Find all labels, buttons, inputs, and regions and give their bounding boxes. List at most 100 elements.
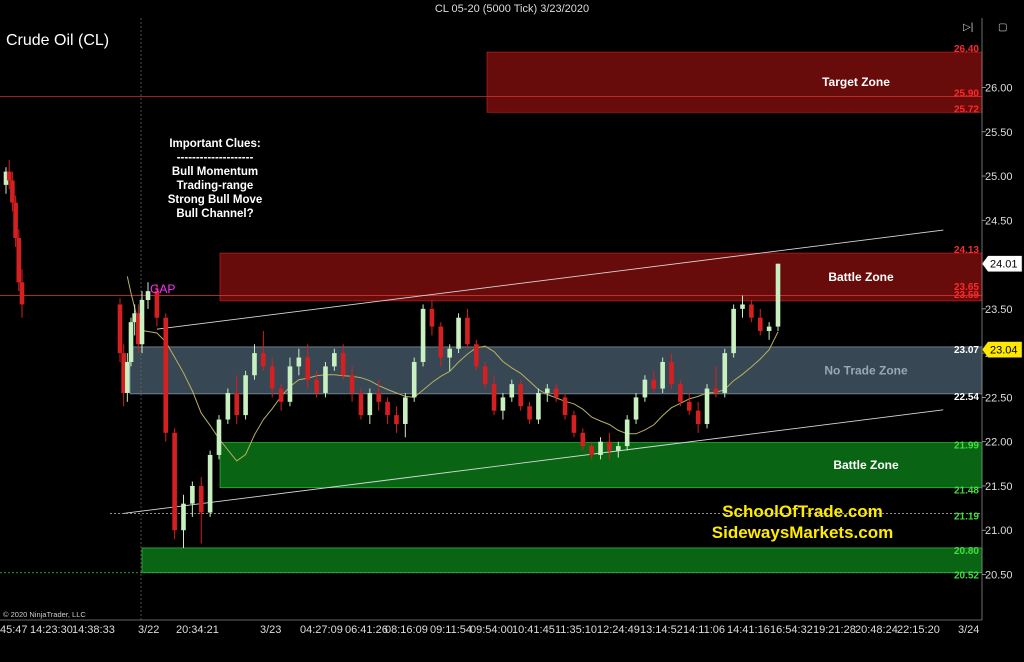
candle-bear — [678, 384, 683, 402]
y-tick-label: 20.50 — [985, 569, 1013, 581]
candle-bull — [660, 361, 665, 389]
candlestick-chart: 26.0025.5025.0024.5024.0023.5023.0022.50… — [0, 18, 1023, 636]
candle-bull — [225, 392, 231, 420]
x-tick-label: 45:47 — [0, 624, 28, 636]
candle-bull — [740, 304, 745, 309]
candle-bear — [465, 317, 470, 345]
brand-line-2: SidewaysMarkets.com — [711, 523, 894, 542]
gap-label: GAP — [150, 282, 176, 296]
x-tick-label: 06:41:26 — [345, 624, 388, 636]
clues-separator: -------------------- — [176, 152, 254, 164]
candle-bear — [553, 388, 559, 398]
level-label: 23.59 — [954, 290, 979, 301]
price-marker-label: 24.01 — [990, 259, 1018, 271]
level-label: 21.19 — [954, 511, 979, 522]
candle-bear — [385, 401, 390, 416]
level-label: 21.99 — [954, 441, 979, 452]
candle-bull — [722, 353, 728, 393]
candle-bear — [16, 238, 22, 283]
brand-line-1: SchoolOfTrade.com — [722, 502, 883, 521]
x-tick-label: 22:15:20 — [897, 624, 940, 636]
x-tick-label: 14:38:33 — [72, 624, 115, 636]
x-tick-label: 19:21:28 — [813, 624, 856, 636]
x-tick-label: 13:14:52 — [640, 624, 683, 636]
level-label: 23.07 — [954, 345, 979, 356]
x-tick-label: 09:11:54 — [430, 624, 472, 636]
x-tick-label: 3/22 — [138, 624, 159, 636]
zone-label: Target Zone — [822, 75, 890, 89]
candle-bear — [429, 308, 435, 327]
copyright: © 2020 NinjaTrader, LLC — [3, 610, 86, 619]
candle-bull — [332, 353, 337, 367]
candle-bull — [456, 317, 461, 349]
y-tick-label: 25.00 — [985, 171, 1013, 183]
candle-bear — [19, 282, 25, 305]
candle-bear — [474, 344, 479, 367]
zone-resistance — [486, 51, 983, 113]
candle-bear — [686, 401, 692, 411]
zone-label: Battle Zone — [828, 270, 894, 284]
x-tick-label: 14:23:30 — [30, 624, 73, 636]
zone-label: Battle Zone — [833, 458, 899, 472]
candle-bear — [269, 366, 275, 389]
candle-bear — [589, 446, 594, 455]
candle-bull — [731, 308, 736, 354]
candle-bear — [651, 379, 657, 389]
x-tick-label: 08:16:09 — [385, 624, 428, 636]
candle-bull — [598, 441, 603, 455]
candle-bear — [562, 397, 568, 416]
x-tick-label: 3/23 — [260, 624, 281, 636]
x-tick-label: 11:35:10 — [555, 624, 597, 636]
candle-bear — [6, 171, 12, 181]
y-tick-label: 24.50 — [985, 215, 1013, 227]
candle-bull — [775, 263, 781, 327]
candle-bear — [198, 485, 204, 513]
x-tick-label: 14:41:16 — [727, 624, 770, 636]
candle-bear — [757, 317, 763, 331]
level-label: 21.48 — [954, 486, 979, 497]
candle-bear — [571, 415, 577, 433]
candle-bull — [766, 326, 772, 331]
clue-item: Bull Momentum — [171, 166, 259, 178]
candle-bull — [367, 392, 373, 416]
zone-label: No Trade Zone — [824, 363, 908, 377]
candle-bull — [252, 353, 257, 376]
candle-bear — [13, 202, 18, 239]
candle-bear — [527, 406, 532, 420]
x-tick-label: 10:41:45 — [512, 624, 555, 636]
candle-bull — [615, 446, 621, 451]
candle-bear — [713, 388, 719, 393]
candle-bear — [669, 361, 674, 385]
x-tick-label: 3/24 — [958, 624, 979, 636]
candle-bear — [607, 441, 612, 451]
x-tick-label: 20:34:21 — [176, 624, 219, 636]
candle-bear — [117, 304, 123, 354]
candle-bear — [482, 366, 488, 385]
level-label: 26.40 — [954, 44, 979, 55]
level-label: 25.90 — [954, 88, 979, 99]
candle-bear — [438, 326, 444, 358]
candle-bull — [125, 361, 130, 393]
candle-bear — [340, 353, 346, 376]
candle-bear — [163, 317, 169, 433]
price-marker-label: 23.04 — [990, 345, 1018, 357]
clue-item: Strong Bull Move — [167, 194, 263, 206]
x-tick-label: 16:54:32 — [770, 624, 813, 636]
level-label: 22.54 — [954, 392, 979, 403]
x-tick-label: 04:27:09 — [300, 624, 343, 636]
candle-bull — [642, 379, 648, 398]
candle-bull — [624, 419, 630, 447]
x-tick-label: 09:54:00 — [470, 624, 513, 636]
zone-support — [141, 547, 983, 574]
candle-bear — [518, 384, 523, 407]
candle-bear — [349, 375, 355, 393]
candle-bull — [296, 357, 302, 367]
candle-bull — [704, 388, 710, 424]
candle-bear — [278, 388, 284, 402]
clues-heading: Important Clues: — [169, 138, 261, 150]
x-tick-label: 14:11:06 — [683, 624, 725, 636]
candle-bear — [172, 432, 177, 531]
candle-bull — [207, 454, 213, 513]
candle-bear — [695, 410, 701, 424]
y-tick-label: 25.50 — [985, 127, 1013, 139]
